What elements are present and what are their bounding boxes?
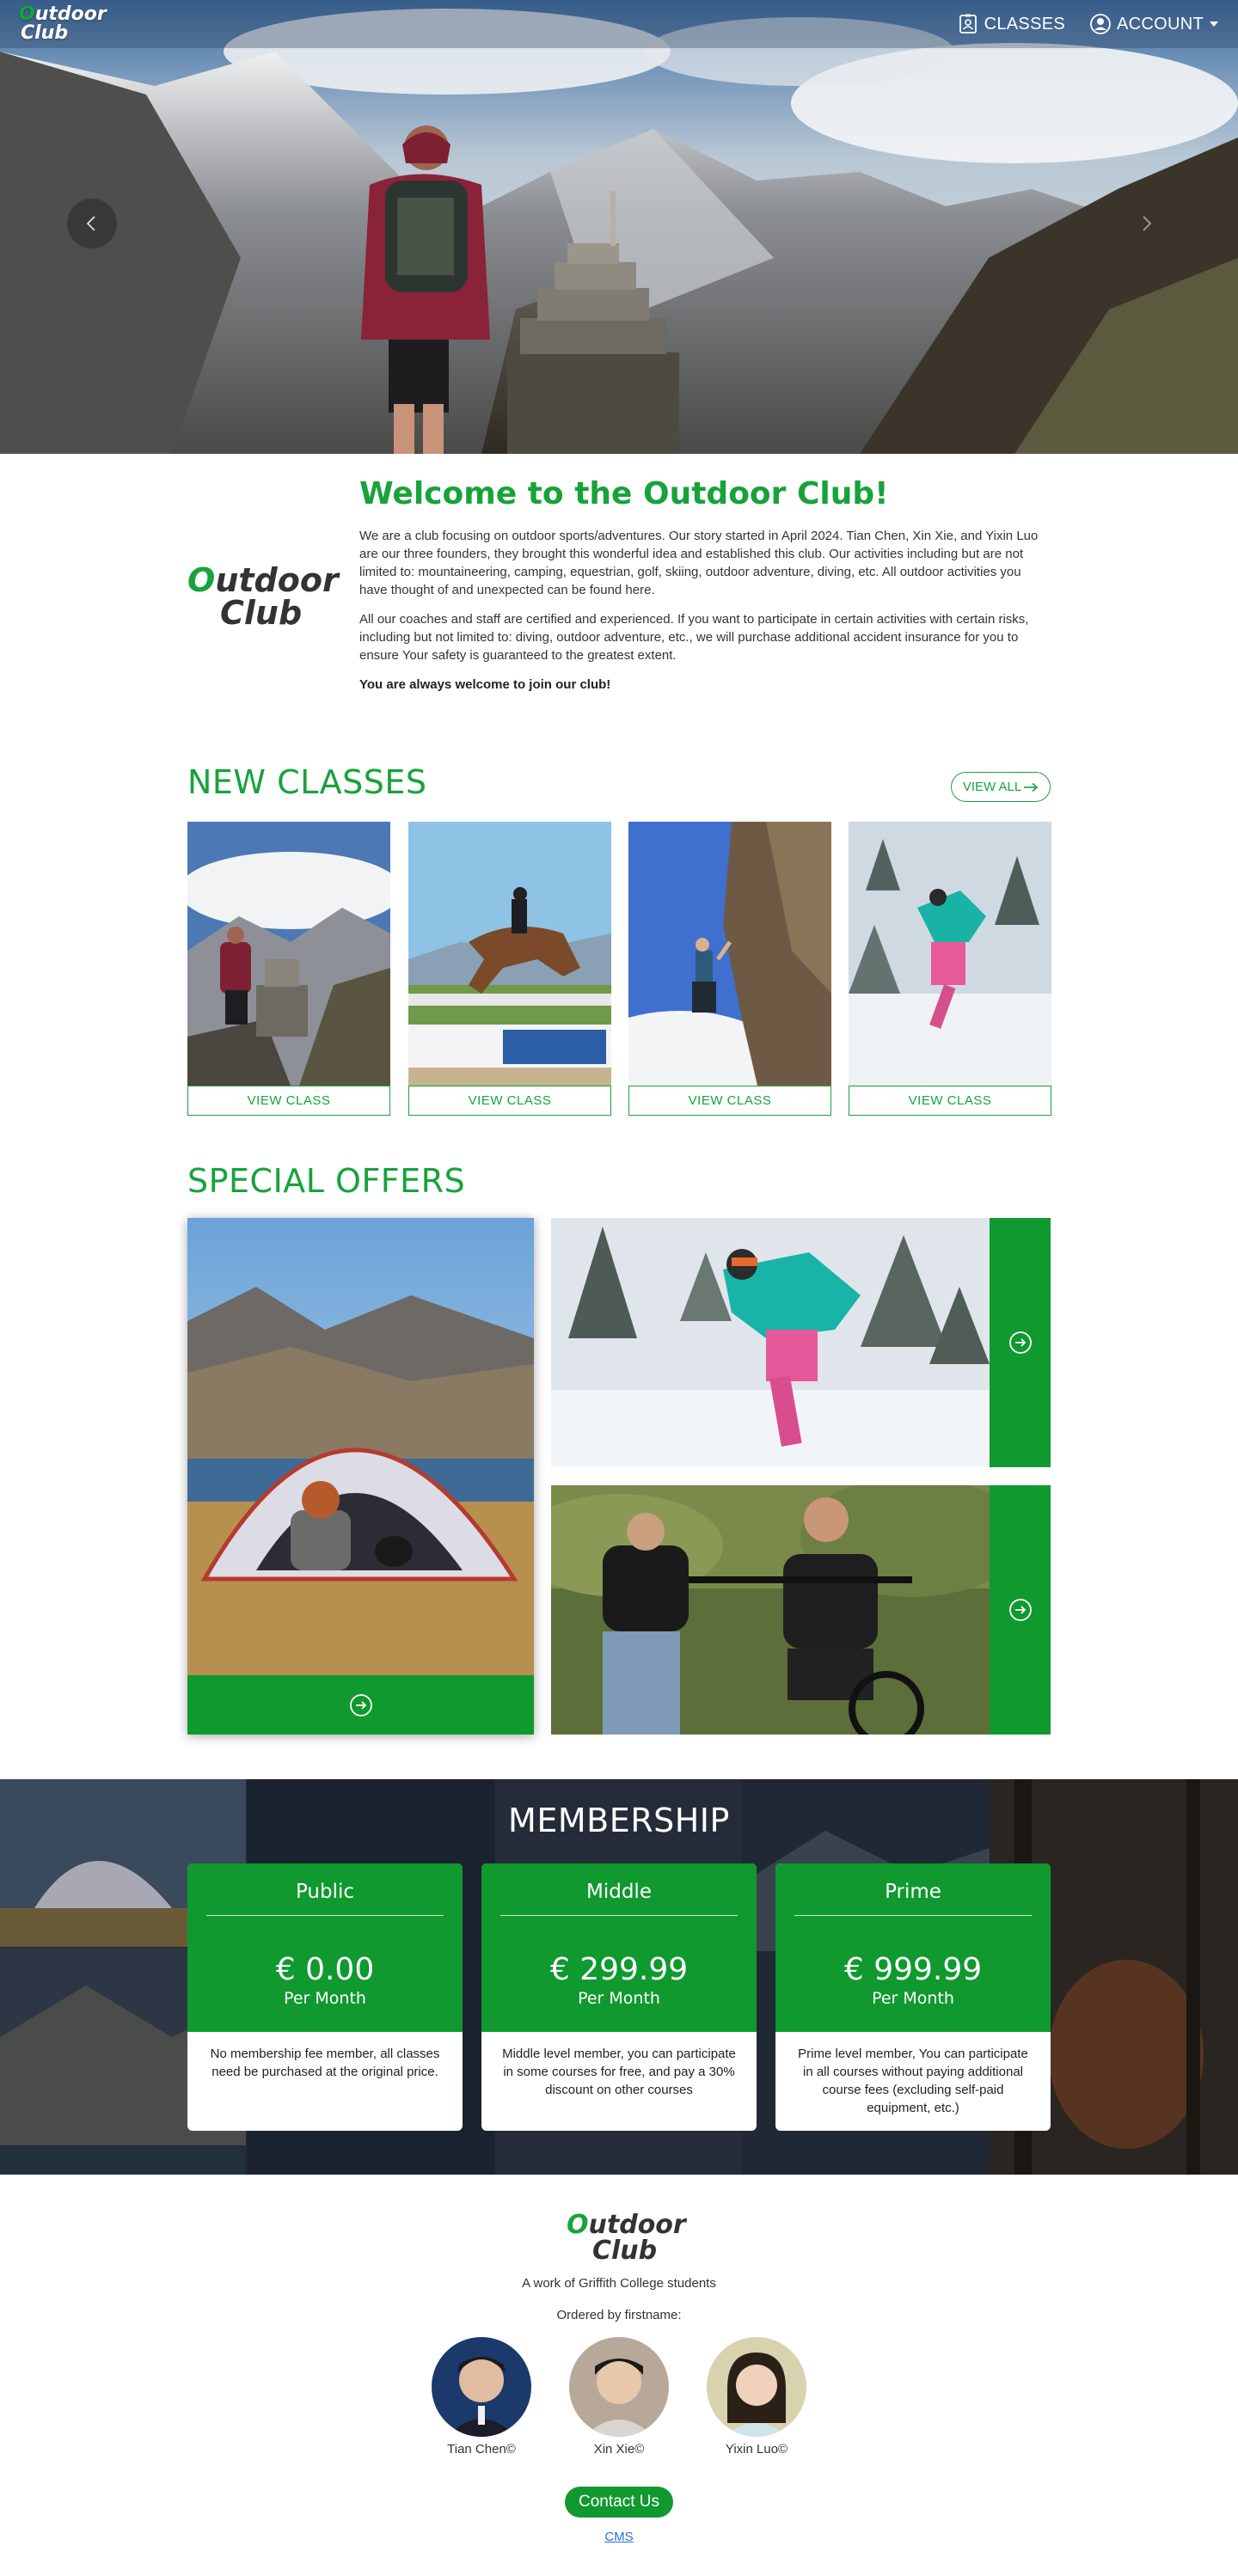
- id-badge-icon: [959, 14, 977, 34]
- plan-price: € 999.99: [843, 1952, 983, 1987]
- logo-letter: O: [567, 2210, 589, 2240]
- plan-header: Prime € 999.99 Per Month: [775, 1863, 1051, 2032]
- plan-description: Prime level member, You can participate …: [798, 2047, 1028, 2115]
- plan-period: Per Month: [578, 1989, 660, 2008]
- carousel-next-button[interactable]: [1121, 199, 1171, 248]
- class-image-climbing[interactable]: [628, 822, 831, 1086]
- view-all-button[interactable]: VIEW ALL: [951, 772, 1051, 802]
- team-member-name: Xin Xie©: [593, 2442, 645, 2457]
- avatar: [707, 2337, 806, 2437]
- team-member: Yixin Luo©: [696, 2337, 817, 2457]
- plan-divider: [500, 1915, 738, 1916]
- hero-image: [0, 0, 1238, 454]
- offer-image-camping[interactable]: [187, 1218, 534, 1675]
- logo-word-club: Club: [21, 22, 69, 44]
- welcome-paragraph: We are a club focusing on outdoor sports…: [359, 529, 1039, 597]
- team-member-name: Tian Chen©: [447, 2442, 516, 2457]
- class-image-hiking[interactable]: [187, 822, 390, 1086]
- view-class-button[interactable]: VIEW CLASS: [408, 1086, 611, 1116]
- chevron-right-icon: [1143, 216, 1152, 231]
- welcome-text: Welcome to the Outdoor Club! We are a cl…: [359, 476, 1047, 705]
- user-circle-icon: [1090, 14, 1111, 34]
- cms-link[interactable]: CMS: [0, 2530, 1238, 2544]
- footer-logo: Outdoor Club: [567, 2212, 686, 2264]
- plan-divider: [206, 1915, 444, 1916]
- logo-word-club: Club: [220, 594, 303, 632]
- membership-title: MEMBERSHIP: [508, 1802, 730, 1839]
- class-card: VIEW CLASS: [628, 822, 831, 1117]
- cms-link-label: CMS: [604, 2530, 634, 2544]
- avatar: [569, 2337, 669, 2437]
- contact-us-button[interactable]: Contact Us: [565, 2487, 673, 2518]
- footer: Outdoor Club A work of Griffith College …: [0, 2175, 1238, 2576]
- welcome-logo: Outdoor Club: [187, 561, 339, 632]
- class-image-equestrian[interactable]: [408, 822, 611, 1086]
- view-class-button[interactable]: VIEW CLASS: [849, 1086, 1051, 1116]
- site-logo[interactable]: Outdoor Club: [19, 5, 107, 43]
- plan-divider: [794, 1915, 1032, 1916]
- caret-down-icon: [1210, 21, 1218, 27]
- class-card: VIEW CLASS: [408, 822, 611, 1117]
- welcome-paragraph: All our coaches and staff are certified …: [359, 612, 1029, 663]
- plan-price: € 299.99: [549, 1952, 689, 1987]
- chevron-left-icon: [86, 216, 95, 231]
- offer-image-cycling[interactable]: [551, 1485, 990, 1735]
- plan-card-prime[interactable]: Prime € 999.99 Per Month Prime level mem…: [775, 1863, 1051, 2131]
- view-all-label: VIEW ALL: [962, 780, 1022, 794]
- view-class-button[interactable]: VIEW CLASS: [628, 1086, 831, 1116]
- special-offers-title: SPECIAL OFFERS: [187, 1162, 466, 1200]
- nav-classes-link[interactable]: CLASSES: [957, 13, 1065, 35]
- offer-image-skiing[interactable]: [551, 1218, 990, 1467]
- arrow-circle-right-icon: [1008, 1599, 1032, 1621]
- membership-section: MEMBERSHIP Public € 0.00 Per Month No me…: [0, 1779, 1238, 2175]
- team-member: Tian Chen©: [421, 2337, 542, 2457]
- plan-card-public[interactable]: Public € 0.00 Per Month No membership fe…: [187, 1863, 463, 2131]
- plan-header: Public € 0.00 Per Month: [187, 1863, 463, 2032]
- nav-links: CLASSES ACCOUNT: [957, 13, 1219, 35]
- view-class-button[interactable]: VIEW CLASS: [187, 1086, 390, 1116]
- logo-letter: O: [187, 561, 216, 599]
- offer-skiing-link[interactable]: [990, 1218, 1051, 1467]
- avatar: [432, 2337, 531, 2437]
- class-card: VIEW CLASS: [187, 822, 390, 1117]
- offer-camping-link[interactable]: [187, 1675, 534, 1735]
- nav-account-label: ACCOUNT: [1117, 14, 1204, 34]
- nav-account-dropdown[interactable]: ACCOUNT: [1089, 13, 1219, 35]
- plan-header: Middle € 299.99 Per Month: [481, 1863, 757, 2032]
- plan-description: Middle level member, you can participate…: [502, 2047, 736, 2097]
- offer-card-cycling: [551, 1485, 1051, 1735]
- arrow-circle-right-icon: [349, 1693, 372, 1716]
- offer-card-camping: [187, 1218, 534, 1735]
- plan-price: € 0.00: [275, 1952, 375, 1987]
- nav-classes-label: CLASSES: [984, 14, 1065, 34]
- plan-period: Per Month: [284, 1989, 366, 2008]
- plan-name: Public: [295, 1881, 355, 1903]
- logo-word-club: Club: [592, 2236, 658, 2266]
- top-navbar: Outdoor Club CLASSES ACCOUNT: [0, 0, 1238, 48]
- plan-card-middle[interactable]: Middle € 299.99 Per Month Middle level m…: [481, 1863, 757, 2131]
- welcome-title: Welcome to the Outdoor Club!: [359, 476, 889, 511]
- plan-name: Prime: [885, 1881, 941, 1903]
- arrow-circle-right-icon: [1008, 1331, 1032, 1354]
- hero-carousel: [0, 0, 1238, 454]
- offer-cycling-link[interactable]: [990, 1485, 1051, 1735]
- footer-ordered-by: Ordered by firstname:: [556, 2308, 682, 2322]
- team-member-name: Yixin Luo©: [725, 2442, 788, 2457]
- carousel-prev-button[interactable]: [67, 199, 117, 248]
- team-member: Xin Xie©: [559, 2337, 679, 2457]
- welcome-section: Outdoor Club Welcome to the Outdoor Club…: [0, 454, 1238, 737]
- welcome-invite: You are always welcome to join our club!: [359, 677, 611, 692]
- footer-tagline: A work of Griffith College students: [522, 2276, 716, 2291]
- plan-period: Per Month: [872, 1989, 954, 2008]
- arrow-right-icon: [1024, 782, 1039, 792]
- plan-name: Middle: [586, 1881, 652, 1903]
- class-image-snowboarding[interactable]: [849, 822, 1051, 1086]
- new-classes-title: NEW CLASSES: [187, 763, 427, 801]
- plan-description: No membership fee member, all classes ne…: [210, 2047, 440, 2079]
- offer-card-skiing: [551, 1218, 1051, 1467]
- class-card: VIEW CLASS: [849, 822, 1051, 1117]
